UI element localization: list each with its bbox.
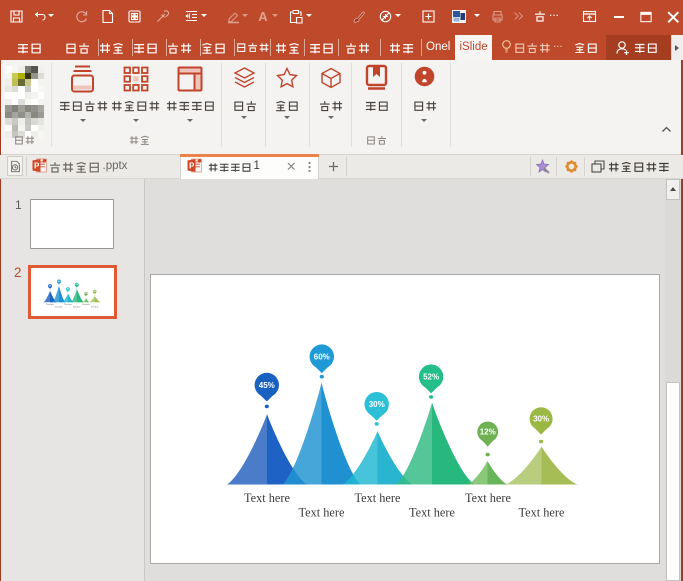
svg-text:Text here: Text here <box>73 307 81 309</box>
svg-text:Text here: Text here <box>64 304 72 306</box>
svg-text:Text here: Text here <box>354 491 400 505</box>
svg-text:45%: 45% <box>258 380 274 389</box>
svg-text:Text here: Text here <box>46 304 54 306</box>
svg-text:60%: 60% <box>313 352 329 361</box>
svg-text:Text here: Text here <box>465 491 511 505</box>
svg-text:Text here: Text here <box>298 505 344 519</box>
svg-text:30%: 30% <box>533 414 549 423</box>
svg-text:Text here: Text here <box>518 505 564 519</box>
svg-text:Text here: Text here <box>55 307 63 309</box>
svg-text:P: P <box>189 162 195 171</box>
svg-text:Text here: Text here <box>90 307 98 309</box>
svg-text:30%: 30% <box>368 400 384 409</box>
svg-text:Text here: Text here <box>82 304 90 306</box>
svg-text:12%: 12% <box>479 427 495 436</box>
svg-text:52%: 52% <box>423 372 439 381</box>
svg-text:P: P <box>34 162 40 171</box>
svg-text:Text here: Text here <box>244 491 290 505</box>
svg-text:Text here: Text here <box>409 505 455 519</box>
